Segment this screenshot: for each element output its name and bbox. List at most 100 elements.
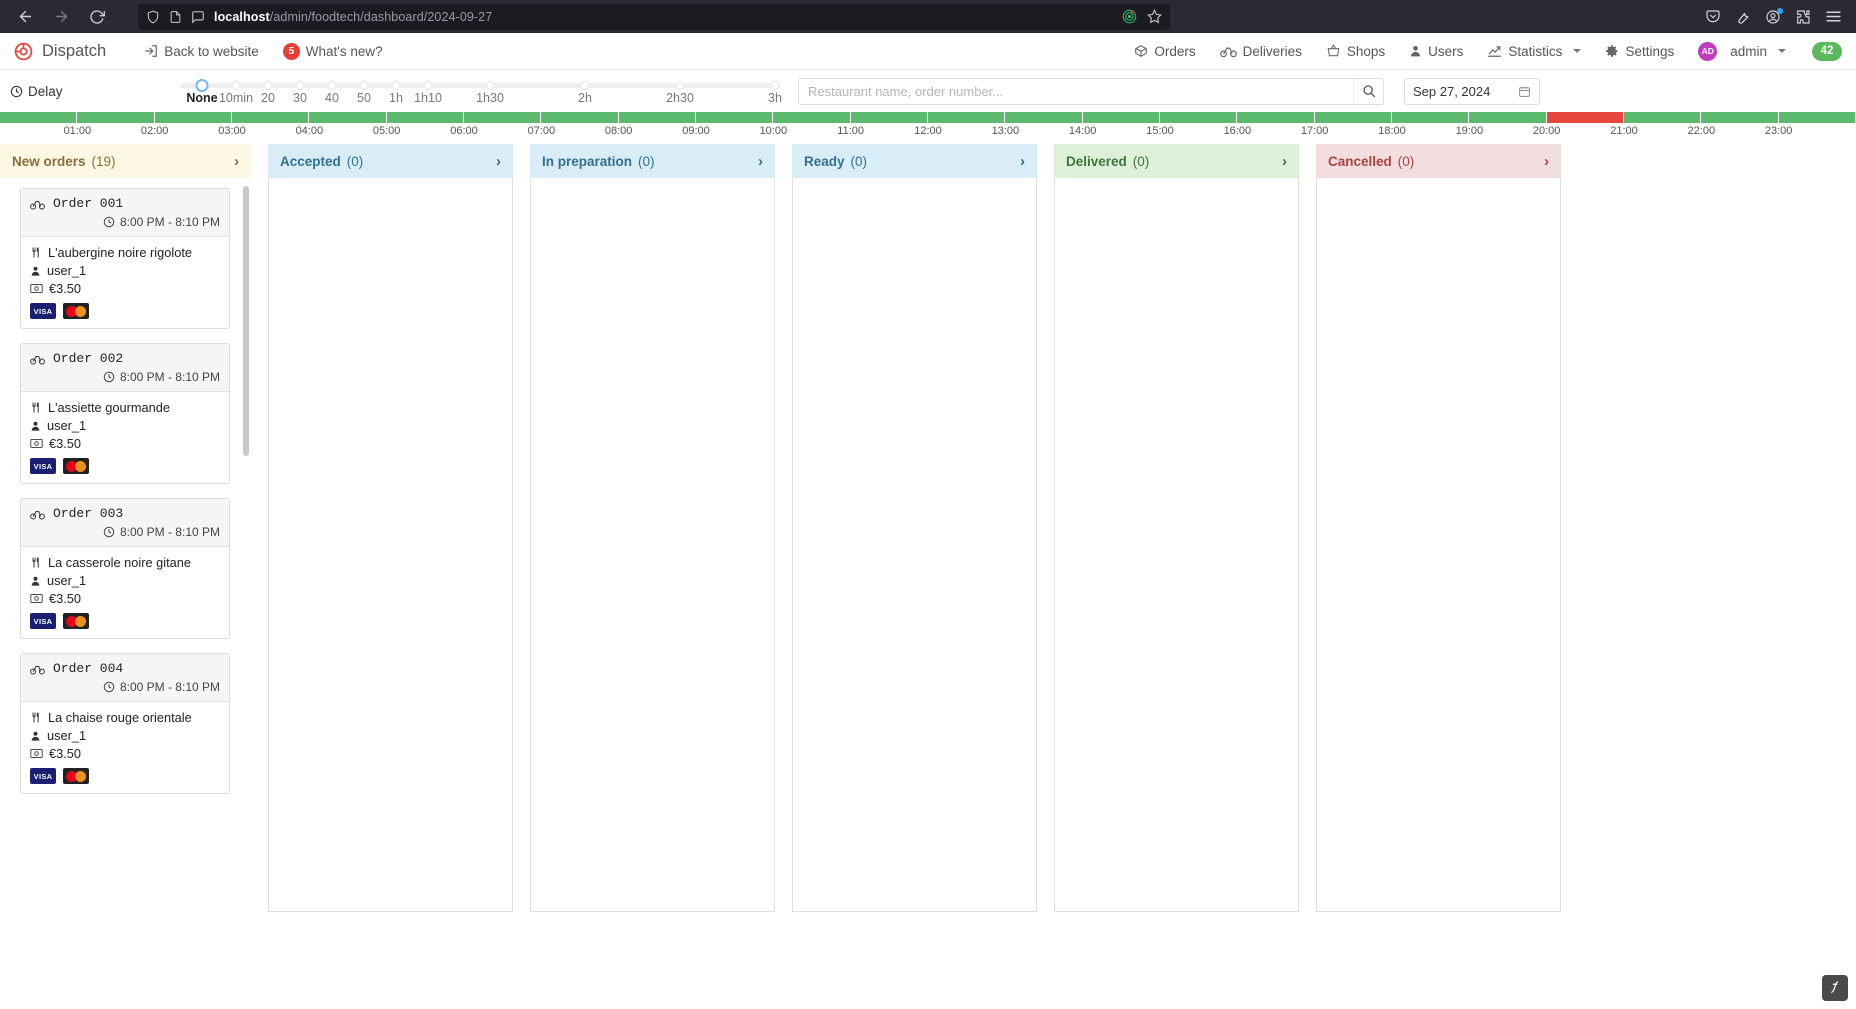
chevron-right-icon[interactable]: › xyxy=(1020,153,1025,170)
forward-arrow-icon[interactable] xyxy=(46,4,76,30)
nav-shops[interactable]: Shops xyxy=(1314,33,1397,70)
column-header-accepted[interactable]: Accepted (0) › xyxy=(268,144,513,178)
column-header-ready[interactable]: Ready (0) › xyxy=(792,144,1037,178)
slider-tick-label-None[interactable]: None xyxy=(186,91,217,105)
slider-tick-label-1h[interactable]: 1h xyxy=(389,91,403,105)
timeline-segment[interactable] xyxy=(1546,112,1624,123)
column-body-cancelled[interactable] xyxy=(1316,178,1561,912)
chevron-right-icon[interactable]: › xyxy=(758,153,763,170)
chevron-right-icon[interactable]: › xyxy=(1282,153,1287,170)
slider-tick-label-40[interactable]: 40 xyxy=(325,91,339,105)
column-body-in-preparation[interactable] xyxy=(530,178,775,912)
slider-tick-2h30[interactable] xyxy=(675,81,685,90)
slider-tick-1h30[interactable] xyxy=(485,81,495,90)
slider-tick-label-1h30[interactable]: 1h30 xyxy=(476,91,504,105)
column-header-cancelled[interactable]: Cancelled (0) › xyxy=(1316,144,1561,178)
timeline-segment[interactable] xyxy=(618,112,696,123)
delay-slider[interactable]: None 10min 20 30 40 50 1h 1h10 1h30 2h 2h30 3h xyxy=(180,70,782,112)
timeline-segment[interactable] xyxy=(695,112,774,123)
whats-new-link[interactable]: 5 What's new? xyxy=(271,33,395,70)
nav-users[interactable]: Users xyxy=(1397,33,1475,70)
timeline-segment[interactable] xyxy=(1778,112,1856,123)
timeline-segment[interactable] xyxy=(773,112,851,123)
slider-tick-10min[interactable] xyxy=(231,81,241,90)
timeline-segment[interactable] xyxy=(0,112,78,123)
page-icon[interactable] xyxy=(169,10,182,24)
calendar-icon[interactable] xyxy=(1518,85,1531,98)
column-body-delivered[interactable] xyxy=(1054,178,1299,912)
timeline-segment[interactable] xyxy=(1391,112,1470,123)
nav-statistics[interactable]: Statistics xyxy=(1475,33,1593,70)
slider-tick-3h[interactable] xyxy=(770,81,780,90)
symfony-logo-icon[interactable] xyxy=(1822,975,1848,1001)
chevron-right-icon[interactable]: › xyxy=(496,153,501,170)
wrench-icon[interactable] xyxy=(1735,9,1751,25)
timeline-segment[interactable] xyxy=(850,112,928,123)
column-header-delivered[interactable]: Delivered (0) › xyxy=(1054,144,1299,178)
scrollbar[interactable] xyxy=(243,186,249,456)
slider-tick-label-3h[interactable]: 3h xyxy=(768,91,782,105)
timeline-bar[interactable] xyxy=(0,112,1856,123)
reload-icon[interactable] xyxy=(82,4,112,30)
timeline-segment[interactable] xyxy=(77,112,155,123)
slider-tick-2h[interactable] xyxy=(580,81,590,90)
slider-tick-label-30[interactable]: 30 xyxy=(293,91,307,105)
tracking-protection-icon[interactable] xyxy=(1122,9,1137,24)
account-icon[interactable] xyxy=(1765,7,1783,25)
timeline-segment[interactable] xyxy=(1469,112,1547,123)
slider-tick-40[interactable] xyxy=(327,81,337,90)
shield-icon[interactable] xyxy=(146,10,160,24)
timeline-segment[interactable] xyxy=(541,112,619,123)
timeline-segment[interactable] xyxy=(927,112,1006,123)
slider-tick-50[interactable] xyxy=(359,81,369,90)
timeline-segment[interactable] xyxy=(1701,112,1779,123)
reader-view-icon[interactable] xyxy=(191,10,205,24)
timeline-segment[interactable] xyxy=(1159,112,1238,123)
chevron-right-icon[interactable]: › xyxy=(1544,153,1549,170)
user-menu[interactable]: AD admin xyxy=(1686,33,1798,70)
search-input[interactable] xyxy=(799,78,1353,104)
back-to-website-link[interactable]: Back to website xyxy=(132,33,271,70)
timeline-segment[interactable] xyxy=(154,112,232,123)
save-to-pocket-icon[interactable] xyxy=(1705,9,1721,25)
timeline-segment[interactable] xyxy=(1005,112,1083,123)
timeline-segment[interactable] xyxy=(231,112,310,123)
column-header-new-orders[interactable]: New orders (19) › xyxy=(0,144,251,178)
column-body-ready[interactable] xyxy=(792,178,1037,912)
order-card[interactable]: Order 002 8:00 PM - 8:10 PM L'assiette gou… xyxy=(20,343,230,484)
brand[interactable]: Dispatch xyxy=(14,42,106,61)
bookmark-star-icon[interactable] xyxy=(1147,9,1162,24)
hamburger-menu-icon[interactable] xyxy=(1825,8,1842,25)
timeline-segment[interactable] xyxy=(1623,112,1702,123)
slider-tick-label-10min[interactable]: 10min xyxy=(219,91,253,105)
nav-orders[interactable]: Orders xyxy=(1122,33,1207,70)
timeline-segment[interactable] xyxy=(1314,112,1392,123)
search-box[interactable] xyxy=(798,77,1384,105)
slider-tick-1h[interactable] xyxy=(391,81,401,90)
nav-settings[interactable]: Settings xyxy=(1593,33,1686,70)
slider-tick-label-20[interactable]: 20 xyxy=(261,91,275,105)
date-picker[interactable]: Sep 27, 2024 xyxy=(1404,77,1540,105)
slider-tick-label-2h30[interactable]: 2h30 xyxy=(666,91,694,105)
timeline-segment[interactable] xyxy=(1237,112,1315,123)
search-icon[interactable] xyxy=(1353,78,1383,104)
timeline-segment[interactable] xyxy=(463,112,542,123)
slider-tick-30[interactable] xyxy=(295,81,305,90)
slider-tick-1h10[interactable] xyxy=(423,81,433,90)
timeline-segment[interactable] xyxy=(386,112,464,123)
extensions-icon[interactable] xyxy=(1795,9,1811,25)
slider-tick-label-1h10[interactable]: 1h10 xyxy=(414,91,442,105)
slider-tick-20[interactable] xyxy=(263,81,273,90)
slider-tick-label-2h[interactable]: 2h xyxy=(578,91,592,105)
timeline-segment[interactable] xyxy=(309,112,387,123)
back-arrow-icon[interactable] xyxy=(10,4,40,30)
order-card[interactable]: Order 003 8:00 PM - 8:10 PM La casserole n… xyxy=(20,498,230,639)
chevron-right-icon[interactable]: › xyxy=(234,153,239,170)
order-card[interactable]: Order 001 8:00 PM - 8:10 PM L'aubergine no… xyxy=(20,188,230,329)
slider-tick-label-50[interactable]: 50 xyxy=(357,91,371,105)
address-bar[interactable]: localhost/admin/foodtech/dashboard/2024-… xyxy=(138,3,1170,30)
column-body-new-orders[interactable]: Order 001 8:00 PM - 8:10 PM L'aubergine no… xyxy=(0,178,251,912)
status-badge[interactable]: 42 xyxy=(1812,41,1842,61)
nav-deliveries[interactable]: Deliveries xyxy=(1208,33,1314,70)
timeline-segment[interactable] xyxy=(1082,112,1160,123)
